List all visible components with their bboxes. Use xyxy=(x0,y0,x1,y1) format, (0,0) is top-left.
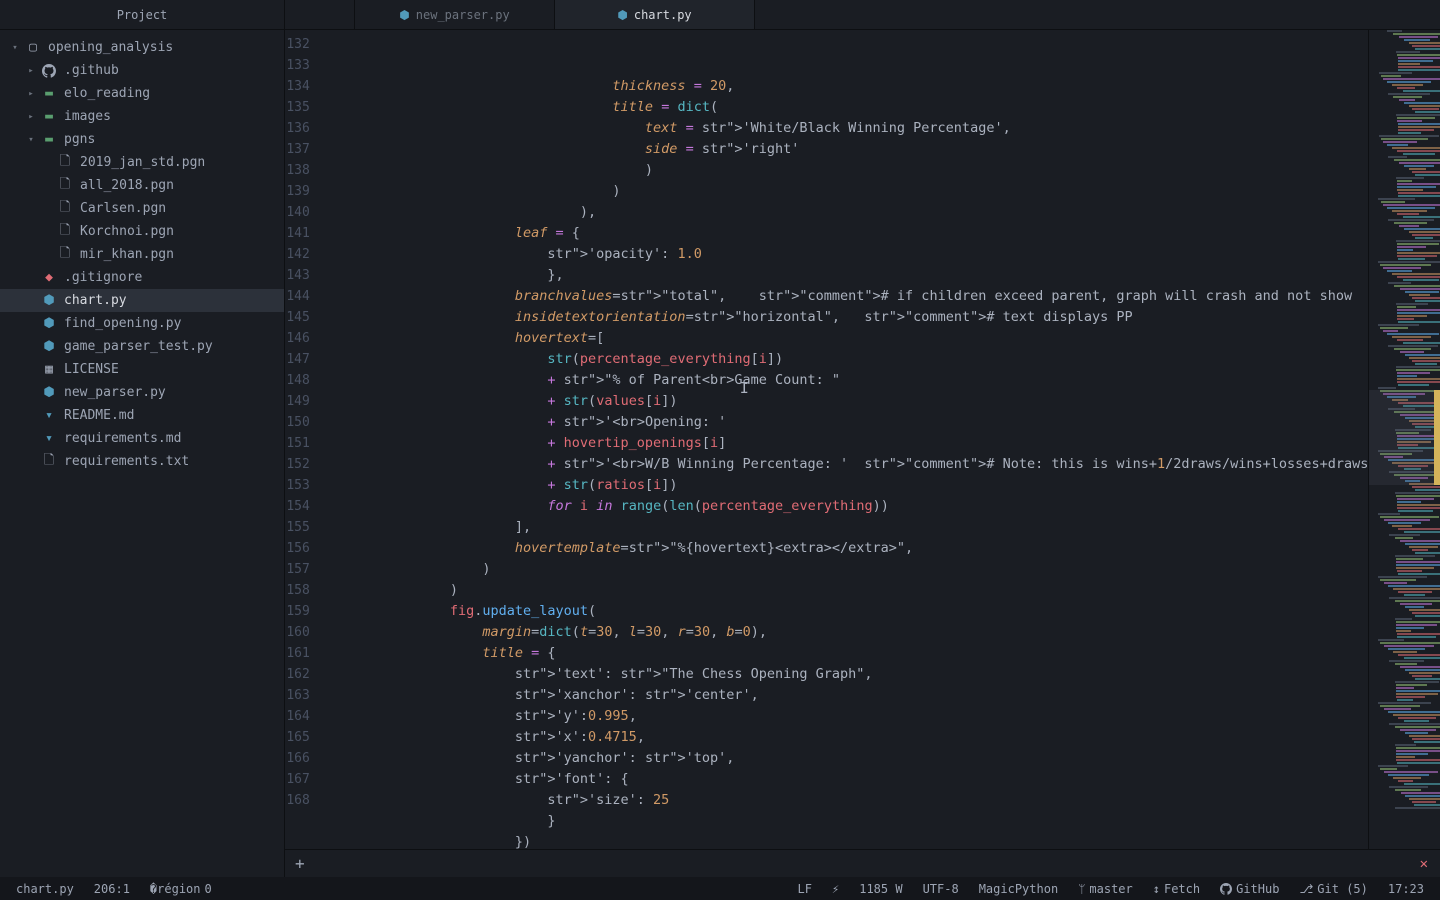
markdown-icon: ▾ xyxy=(40,431,58,446)
status-diagnostics[interactable]: �région 0 xyxy=(144,882,218,896)
python-icon: ⬢ xyxy=(40,316,58,331)
tab-label: new_parser.py xyxy=(416,8,510,22)
python-icon: ⬢ xyxy=(399,8,409,22)
status-bar: chart.py 206:1 �région 0 LF ⚡ 1185 W UTF… xyxy=(0,877,1440,900)
status-encoding[interactable]: UTF-8 xyxy=(917,882,965,896)
tree-item-folder[interactable]: ▾ ▬ pgns xyxy=(0,128,284,151)
chevron-down-icon: ▾ xyxy=(8,43,22,53)
tree-item-label: elo_reading xyxy=(64,86,150,101)
tree-item-folder[interactable]: ▸ ▬ elo_reading xyxy=(0,82,284,105)
git-icon: ◆ xyxy=(40,270,58,285)
tree-item-file[interactable]: 🗋 Korchnoi.pgn xyxy=(0,220,284,243)
file-icon: 🗋 xyxy=(56,175,74,197)
file-tree: ▾ ▢ opening_analysis ▸ .github ▸ ▬ elo_r… xyxy=(0,30,284,877)
tree-item-label: mir_khan.pgn xyxy=(80,247,174,262)
file-icon: 🗋 xyxy=(40,451,58,473)
tree-item-chart[interactable]: ⬢ chart.py xyxy=(0,289,284,312)
sidebar-title: Project xyxy=(0,0,284,30)
status-fetch[interactable]: ↕ Fetch xyxy=(1147,882,1206,896)
tree-item-file[interactable]: 🗋 requirements.txt xyxy=(0,450,284,473)
editor-region: ⬢ new_parser.py ⬢ chart.py 1321331341351… xyxy=(285,0,1440,877)
tab-new-parser[interactable]: ⬢ new_parser.py xyxy=(355,0,555,29)
tree-item-md[interactable]: ▾ requirements.md xyxy=(0,427,284,450)
tree-item-label: LICENSE xyxy=(64,362,119,377)
tree-item-label: chart.py xyxy=(64,293,127,308)
line-gutter: 1321331341351361371381391401411421431441… xyxy=(285,30,320,849)
tree-item-label: game_parser_test.py xyxy=(64,339,213,354)
new-file-button[interactable]: + xyxy=(295,854,305,873)
tree-item-label: requirements.md xyxy=(64,431,181,446)
python-icon: ⬢ xyxy=(40,339,58,354)
tree-item-label: new_parser.py xyxy=(64,385,166,400)
tree-item-github[interactable]: ▸ .github xyxy=(0,59,284,82)
tree-item-label: find_opening.py xyxy=(64,316,181,331)
status-width[interactable]: 1185 W xyxy=(853,882,908,896)
tree-item-license[interactable]: ▦ LICENSE xyxy=(0,358,284,381)
minimap-viewport[interactable] xyxy=(1369,390,1440,485)
status-grammar[interactable]: MagicPython xyxy=(973,882,1064,896)
tree-item-label: images xyxy=(64,109,111,124)
file-icon: 🗋 xyxy=(56,221,74,243)
github-icon xyxy=(40,64,58,78)
chevron-down-icon: ▾ xyxy=(24,135,38,145)
tree-item-python[interactable]: ⬢ game_parser_test.py xyxy=(0,335,284,358)
tree-item-label: .github xyxy=(64,63,119,78)
folder-icon: ▬ xyxy=(40,86,58,101)
status-line-ending[interactable]: LF xyxy=(792,882,818,896)
tree-item-file[interactable]: 🗋 all_2018.pgn xyxy=(0,174,284,197)
status-cursor-position[interactable]: 206:1 xyxy=(88,882,136,896)
tab-chart[interactable]: ⬢ chart.py xyxy=(555,0,755,29)
tree-item-label: README.md xyxy=(64,408,134,423)
tree-item-python[interactable]: ⬢ new_parser.py xyxy=(0,381,284,404)
file-icon: 🗋 xyxy=(56,152,74,174)
tree-item-label: Korchnoi.pgn xyxy=(80,224,174,239)
status-filename[interactable]: chart.py xyxy=(10,882,80,896)
tree-item-label: 2019_jan_std.pgn xyxy=(80,155,205,170)
markdown-icon: ▾ xyxy=(40,408,58,423)
tree-item-label: Carlsen.pgn xyxy=(80,201,166,216)
tab-label: chart.py xyxy=(634,8,692,22)
chevron-right-icon: ▸ xyxy=(24,112,38,122)
tree-item-file[interactable]: 🗋 Carlsen.pgn xyxy=(0,197,284,220)
tree-root[interactable]: ▾ ▢ opening_analysis xyxy=(0,36,284,59)
status-github[interactable]: GitHub xyxy=(1214,882,1285,896)
code-area[interactable]: thickness = 20, title = dict( text = str… xyxy=(320,30,1369,849)
status-branch[interactable]: ᛘ master xyxy=(1072,882,1139,896)
folder-icon: ▬ xyxy=(40,109,58,124)
tree-item-python[interactable]: ⬢ find_opening.py xyxy=(0,312,284,335)
status-telemetry-icon[interactable]: ⚡ xyxy=(826,882,845,896)
tree-item-folder[interactable]: ▸ ▬ images xyxy=(0,105,284,128)
chevron-right-icon: ▸ xyxy=(24,66,38,76)
status-time: 17:23 xyxy=(1382,882,1430,896)
tree-item-label: requirements.txt xyxy=(64,454,189,469)
chevron-right-icon: ▸ xyxy=(24,89,38,99)
tree-item-file[interactable]: 🗋 2019_jan_std.pgn xyxy=(0,151,284,174)
close-all-button[interactable]: ✕ xyxy=(1420,856,1428,872)
tree-item-label: all_2018.pgn xyxy=(80,178,174,193)
python-icon: ⬢ xyxy=(40,385,58,400)
python-icon: ⬢ xyxy=(617,8,627,22)
text-cursor: I xyxy=(740,378,749,399)
tree-item-gitignore[interactable]: ◆ .gitignore xyxy=(0,266,284,289)
folder-icon: ▬ xyxy=(40,132,58,147)
bottom-bar: + ✕ xyxy=(285,849,1440,877)
file-icon: 🗋 xyxy=(56,244,74,266)
file-icon: 🗋 xyxy=(56,198,74,220)
tree-item-label: .gitignore xyxy=(64,270,142,285)
tree-item-label: pgns xyxy=(64,132,95,147)
minimap-scrollbar[interactable] xyxy=(1434,390,1440,485)
python-icon: ⬢ xyxy=(40,293,58,308)
tree-item-md[interactable]: ▾ README.md xyxy=(0,404,284,427)
minimap[interactable] xyxy=(1368,30,1440,849)
tree-root-label: opening_analysis xyxy=(48,40,173,55)
tab-spacer xyxy=(285,0,355,29)
license-icon: ▦ xyxy=(40,362,58,377)
project-sidebar: Project ▾ ▢ opening_analysis ▸ .github ▸… xyxy=(0,0,285,877)
repo-icon: ▢ xyxy=(24,40,42,55)
editor[interactable]: 1321331341351361371381391401411421431441… xyxy=(285,30,1440,849)
tab-bar: ⬢ new_parser.py ⬢ chart.py xyxy=(285,0,1440,30)
tree-item-file[interactable]: 🗋 mir_khan.pgn xyxy=(0,243,284,266)
status-git[interactable]: ⎇ Git (5) xyxy=(1293,882,1373,896)
